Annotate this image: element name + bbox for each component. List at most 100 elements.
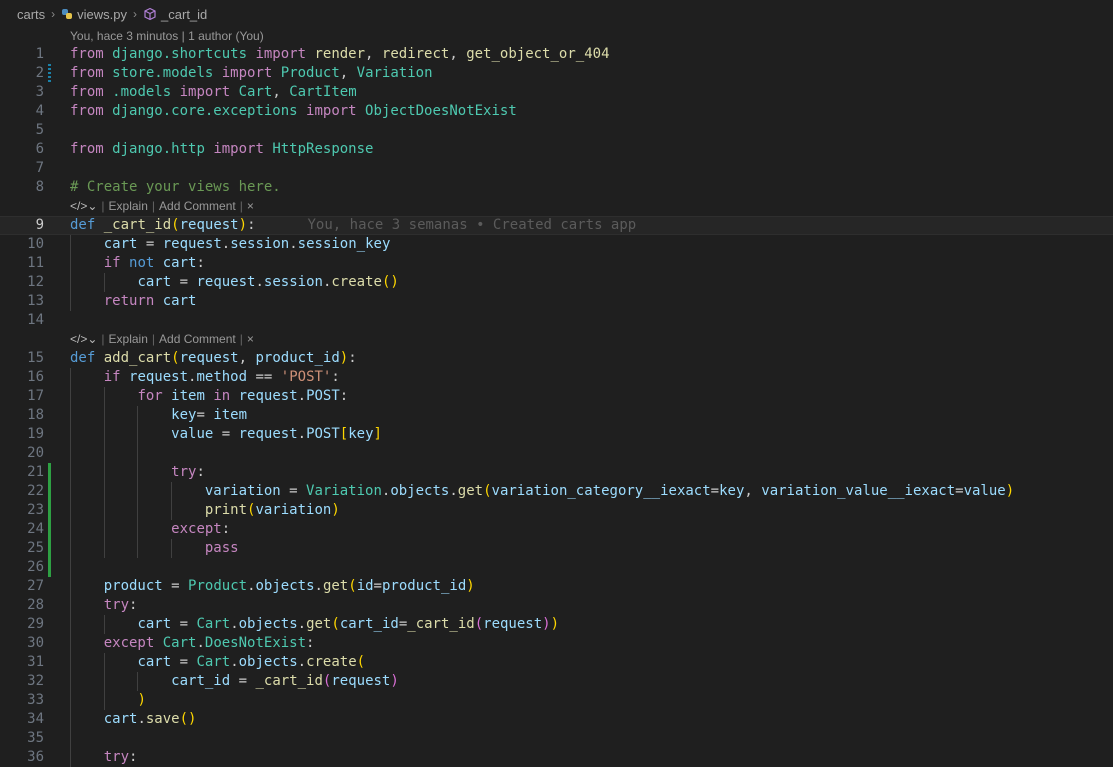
code-text[interactable]: print(variation) [70, 501, 340, 520]
code-line[interactable]: 6 from django.http import HttpResponse [0, 140, 1113, 159]
code-text[interactable]: from django.http import HttpResponse [70, 140, 373, 159]
code-text[interactable]: key= item [70, 406, 247, 425]
code-line[interactable]: 25 pass [0, 539, 1113, 558]
code-line[interactable]: 5 [0, 121, 1113, 140]
code-line[interactable]: 4 from django.core.exceptions import Obje… [0, 102, 1113, 121]
code-text[interactable]: product = Product.objects.get(id=product… [70, 577, 475, 596]
code-text[interactable]: try: [70, 596, 138, 615]
code-line[interactable]: 7 [0, 159, 1113, 178]
code-line[interactable]: 1 from django.shortcuts import render, re… [0, 45, 1113, 64]
close-icon[interactable]: × [247, 330, 254, 349]
code-line[interactable]: 35 [0, 729, 1113, 748]
code-text[interactable]: ) [70, 691, 145, 710]
code-text[interactable]: cart = request.session.session_key [70, 235, 391, 254]
code-line[interactable]: 12 cart = request.session.create() [0, 273, 1113, 292]
code-text[interactable]: cart = request.session.create() [70, 273, 398, 292]
code-line[interactable]: 18 key= item [0, 406, 1113, 425]
code-line[interactable]: 19 value = request.POST[key] [0, 425, 1113, 444]
code-line[interactable]: 27 product = Product.objects.get(id=prod… [0, 577, 1113, 596]
code-line[interactable]: 21 try: [0, 463, 1113, 482]
code-text[interactable]: cart = Cart.objects.create( [70, 653, 365, 672]
code-text[interactable]: value = request.POST[key] [70, 425, 382, 444]
code-line[interactable]: 16 if request.method == 'POST': [0, 368, 1113, 387]
code-line[interactable]: 13 return cart [0, 292, 1113, 311]
code-line[interactable]: 30 except Cart.DoesNotExist: [0, 634, 1113, 653]
code-line[interactable]: 26 [0, 558, 1113, 577]
breadcrumb-symbol[interactable]: _cart_id [161, 7, 207, 22]
code-text[interactable]: if request.method == 'POST': [70, 368, 340, 387]
codelens-add-comment-link[interactable]: Add Comment [159, 197, 236, 216]
close-icon[interactable]: × [247, 197, 254, 216]
code-review-icon[interactable]: </>⌄ [70, 197, 97, 216]
code-text[interactable]: def add_cart(request, product_id): [70, 349, 357, 368]
code-text[interactable]: cart_id = _cart_id(request) [70, 672, 399, 691]
line-number: 3 [35, 84, 44, 100]
code-text[interactable]: # Create your views here. [70, 178, 281, 197]
code-line[interactable]: 31 cart = Cart.objects.create( [0, 653, 1113, 672]
code-text[interactable]: def _cart_id(request): You, hace 3 semana… [70, 216, 636, 235]
line-number: 13 [27, 293, 44, 309]
line-number: 9 [35, 217, 44, 233]
code-text[interactable]: from django.shortcuts import render, red… [70, 45, 610, 64]
code-line[interactable]: 29 cart = Cart.objects.get(cart_id=_cart… [0, 615, 1113, 634]
code-text[interactable]: cart = Cart.objects.get(cart_id=_cart_id… [70, 615, 559, 634]
line-number: 11 [27, 255, 44, 271]
breadcrumb-file[interactable]: views.py [77, 7, 127, 22]
code-text[interactable]: except Cart.DoesNotExist: [70, 634, 315, 653]
line-number: 12 [27, 274, 44, 290]
code-line[interactable]: 15 def add_cart(request, product_id): [0, 349, 1113, 368]
code-review-icon[interactable]: </>⌄ [70, 330, 97, 349]
codelens-bar: </>⌄ | Explain | Add Comment | × [0, 197, 1113, 216]
code-line[interactable]: 10 cart = request.session.session_key [0, 235, 1113, 254]
line-number: 2 [35, 65, 44, 81]
code-text[interactable]: from store.models import Product, Variat… [70, 64, 433, 83]
code-text[interactable]: except: [70, 520, 230, 539]
code-line[interactable]: 34 cart.save() [0, 710, 1113, 729]
gutter-added-marker[interactable] [48, 539, 51, 558]
code-line[interactable]: 24 except: [0, 520, 1113, 539]
code-line[interactable]: 2 from store.models import Product, Varia… [0, 64, 1113, 83]
code-line[interactable]: 20 [0, 444, 1113, 463]
codelens-explain-link[interactable]: Explain [109, 197, 148, 216]
line-number: 20 [27, 445, 44, 461]
code-line[interactable]: 11 if not cart: [0, 254, 1113, 273]
code-text[interactable]: pass [70, 539, 239, 558]
code-text[interactable]: variation = Variation.objects.get(variat… [70, 482, 1014, 501]
code-line[interactable]: 32 cart_id = _cart_id(request) [0, 672, 1113, 691]
breadcrumb-folder[interactable]: carts [17, 7, 45, 22]
line-number: 25 [27, 540, 44, 556]
code-line[interactable]: 9 def _cart_id(request): You, hace 3 seman… [0, 216, 1113, 235]
line-number: 32 [27, 673, 44, 689]
indent-guide [70, 729, 71, 748]
gutter-modified-marker[interactable] [48, 64, 51, 83]
code-lines[interactable]: 1 from django.shortcuts import render, re… [0, 45, 1113, 767]
code-text[interactable]: from django.core.exceptions import Objec… [70, 102, 517, 121]
code-line[interactable]: 22 variation = Variation.objects.get(var… [0, 482, 1113, 501]
codelens-explain-link[interactable]: Explain [109, 330, 148, 349]
line-number: 21 [27, 464, 44, 480]
gutter-added-marker[interactable] [48, 463, 51, 482]
code-line[interactable]: 8 # Create your views here. [0, 178, 1113, 197]
code-text[interactable]: if not cart: [70, 254, 205, 273]
code-text[interactable]: from .models import Cart, CartItem [70, 83, 357, 102]
code-line[interactable]: 23 print(variation) [0, 501, 1113, 520]
blame-header[interactable]: You, hace 3 minutos | 1 author (You) [0, 28, 1113, 45]
code-text[interactable]: return cart [70, 292, 197, 311]
code-text[interactable]: try: [70, 463, 205, 482]
code-line[interactable]: 3 from .models import Cart, CartItem [0, 83, 1113, 102]
gutter-added-marker[interactable] [48, 501, 51, 520]
code-text[interactable]: cart.save() [70, 710, 197, 729]
breadcrumb: carts › views.py › _cart_id [0, 0, 1113, 28]
code-text[interactable]: for item in request.POST: [70, 387, 348, 406]
gutter-added-marker[interactable] [48, 520, 51, 539]
codelens-add-comment-link[interactable]: Add Comment [159, 330, 236, 349]
code-line[interactable]: 17 for item in request.POST: [0, 387, 1113, 406]
line-number: 33 [27, 692, 44, 708]
code-line[interactable]: 33 ) [0, 691, 1113, 710]
gutter-added-marker[interactable] [48, 558, 51, 577]
inline-blame[interactable]: You, hace 3 semanas • Created carts app [308, 217, 637, 233]
code-line[interactable]: 14 [0, 311, 1113, 330]
code-line[interactable]: 28 try: [0, 596, 1113, 615]
code-editor[interactable]: You, hace 3 minutos | 1 author (You) 1 fr… [0, 28, 1113, 767]
gutter-added-marker[interactable] [48, 482, 51, 501]
